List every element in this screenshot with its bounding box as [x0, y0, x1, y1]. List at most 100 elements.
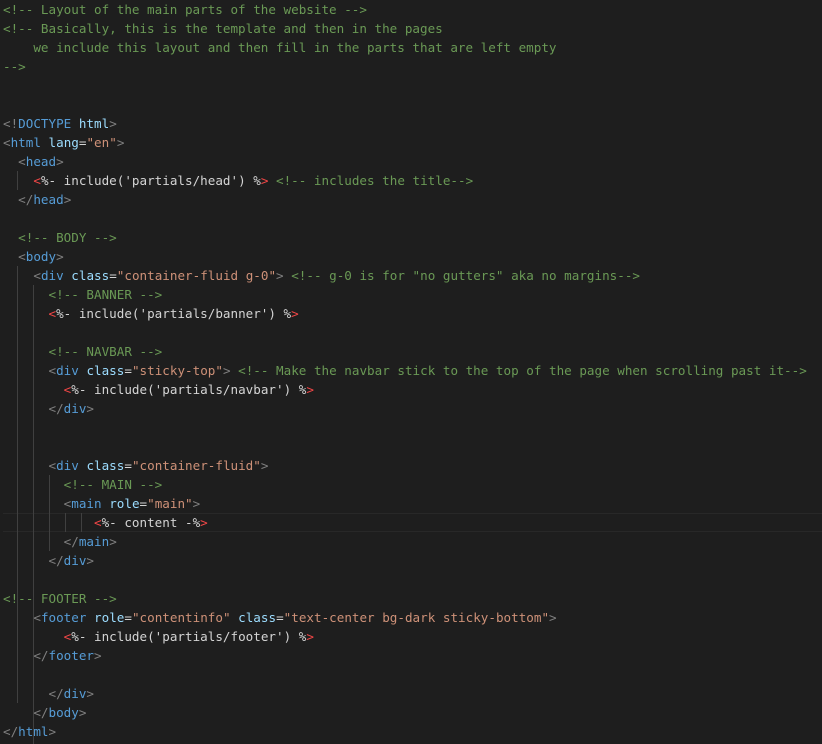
code-line[interactable]: <!-- Layout of the main parts of the web…: [3, 0, 367, 19]
code-token-text: %- content -%: [101, 515, 201, 530]
code-line[interactable]: <body>: [3, 247, 64, 266]
code-line[interactable]: <!-- BANNER -->: [3, 285, 163, 304]
code-line[interactable]: <div class="container-fluid g-0"> <!-- g…: [3, 266, 640, 285]
code-line[interactable]: <!-- BODY -->: [3, 228, 117, 247]
code-token-attr: lang: [48, 135, 79, 150]
code-token-comment: <!-- Basically, this is the template and…: [3, 21, 443, 36]
code-line[interactable]: <%- include('partials/navbar') %>: [3, 380, 314, 399]
code-token-bracket: >: [48, 724, 57, 739]
code-token-bracket: <: [33, 268, 41, 283]
code-token-ejs: >: [306, 629, 314, 644]
code-token-bracket: <: [33, 610, 41, 625]
code-token-attr: role: [109, 496, 140, 511]
code-token-bracket: <!: [3, 116, 19, 131]
code-token-text: =: [124, 363, 132, 378]
code-token-bracket: </: [63, 534, 79, 549]
code-token-bracket: <: [3, 135, 11, 150]
code-line[interactable]: <!-- NAVBAR -->: [3, 342, 163, 361]
code-line[interactable]: <%- include('partials/footer') %>: [3, 627, 314, 646]
code-token-string: "main": [147, 496, 193, 511]
code-token-bracket: >: [109, 116, 117, 131]
code-token-bracket: >: [63, 192, 72, 207]
code-line[interactable]: </main>: [3, 532, 117, 551]
code-token-bracket: <: [48, 458, 57, 473]
code-line[interactable]: <html lang="en">: [3, 133, 124, 152]
code-token-comment: -->: [3, 59, 26, 74]
code-line[interactable]: <!-- Basically, this is the template and…: [3, 19, 443, 38]
code-line[interactable]: </html>: [3, 722, 56, 741]
code-line[interactable]: </div>: [3, 684, 95, 703]
code-token-bracket: <: [18, 154, 26, 169]
code-token-text: =: [139, 496, 148, 511]
code-line[interactable]: <!-- FOOTER -->: [3, 589, 117, 608]
code-token-bracket: >: [86, 401, 95, 416]
code-token-bracket: >: [192, 496, 201, 511]
code-token-comment: <!-- includes the title-->: [276, 173, 474, 188]
code-token-tag: main: [71, 496, 102, 511]
code-token-bracket: >: [260, 458, 269, 473]
code-line[interactable]: <main role="main">: [3, 494, 201, 513]
code-token-text: %- include('partials/head') %: [40, 173, 261, 188]
code-line[interactable]: <!-- MAIN -->: [3, 475, 163, 494]
code-token-ejs: >: [306, 382, 314, 397]
code-token-string: "text-center bg-dark sticky-bottom": [283, 610, 550, 625]
code-token-tag: html: [10, 135, 41, 150]
code-token-bracket: </: [18, 192, 34, 207]
code-line[interactable]: </div>: [3, 551, 95, 570]
code-line[interactable]: <div class="sticky-top"> <!-- Make the n…: [3, 361, 807, 380]
code-token-comment: we include this layout and then fill in …: [3, 40, 557, 55]
code-line[interactable]: <div class="container-fluid">: [3, 456, 269, 475]
code-token-comment: <!-- MAIN -->: [63, 477, 163, 492]
code-line[interactable]: <%- include('partials/head') %> <!-- inc…: [3, 171, 473, 190]
code-line[interactable]: we include this layout and then fill in …: [3, 38, 557, 57]
code-line[interactable]: <footer role="contentinfo" class="text-c…: [3, 608, 557, 627]
code-line[interactable]: <head>: [3, 152, 64, 171]
code-token-text: =: [109, 268, 117, 283]
code-token-tag: head: [25, 154, 57, 169]
code-token-bracket: </: [48, 401, 64, 416]
code-token-bracket: >: [78, 705, 87, 720]
code-token-tag: main: [78, 534, 110, 549]
code-line[interactable]: -->: [3, 57, 26, 76]
code-token-comment: <!-- Make the navbar stick to the top of…: [238, 363, 807, 378]
code-token-tag: div: [63, 553, 87, 568]
code-line[interactable]: <!DOCTYPE html>: [3, 114, 117, 133]
code-line[interactable]: </head>: [3, 190, 71, 209]
code-token-tag: html: [18, 724, 49, 739]
code-line[interactable]: </footer>: [3, 646, 101, 665]
code-token-bracket: >: [116, 135, 125, 150]
code-line[interactable]: <%- include('partials/banner') %>: [3, 304, 299, 323]
code-line[interactable]: </div>: [3, 399, 95, 418]
code-token-bracket: </: [3, 724, 19, 739]
code-line[interactable]: </body>: [3, 703, 86, 722]
code-editor[interactable]: <!-- Layout of the main parts of the web…: [0, 0, 822, 744]
code-token-bracket: >: [549, 610, 557, 625]
code-token-text: %- include('partials/footer') %: [71, 629, 307, 644]
code-token-bracket: </: [33, 705, 49, 720]
code-token-bracket: >: [56, 249, 64, 264]
code-line[interactable]: <%- content -%>: [3, 513, 208, 532]
